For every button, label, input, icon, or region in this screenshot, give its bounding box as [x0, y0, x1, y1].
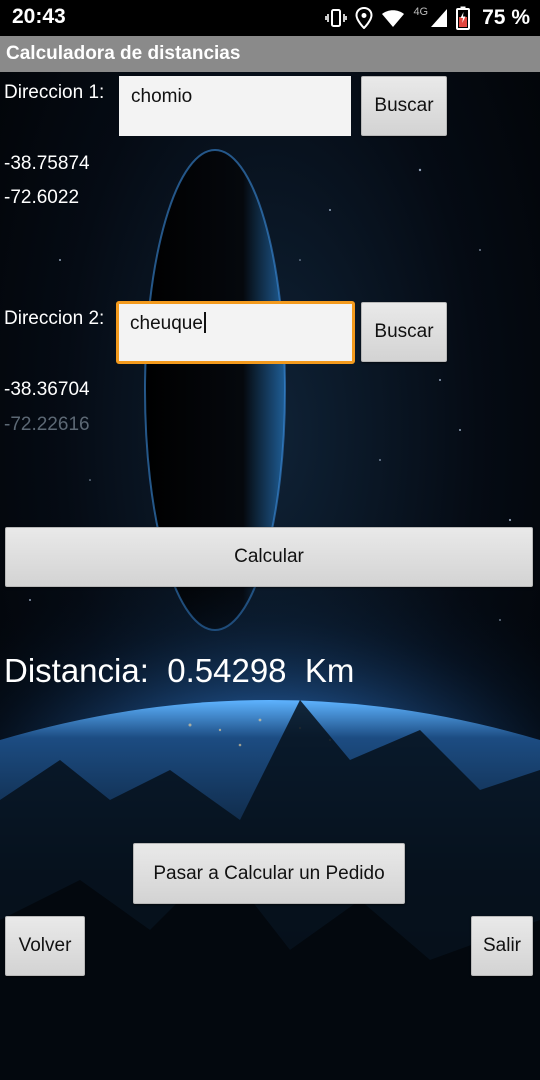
volver-button[interactable]: Volver [5, 916, 85, 976]
distance-unit: Km [304, 652, 355, 689]
direccion1-input-text: chomio [131, 86, 193, 107]
direccion1-input[interactable]: chomio [119, 76, 351, 136]
wifi-icon [382, 10, 405, 27]
vibrate-icon [325, 9, 348, 27]
app-title-bar: Calculadora de distancias [0, 36, 540, 72]
direccion2-input-text: cheuque [130, 313, 203, 334]
direccion2-input[interactable]: cheuque [116, 301, 355, 364]
network-type: 4G [413, 6, 429, 18]
distance-value: 0.54298 [167, 652, 287, 689]
direccion1-lon: -72.6022 [4, 187, 80, 208]
direccion2-lat: -38.36704 [4, 379, 90, 400]
direccion1-label: Direccion 1: [4, 82, 105, 103]
location-icon [355, 7, 373, 29]
status-time: 20:43 [12, 5, 66, 28]
distance-result: Distancia: 0.54298 Km [4, 652, 354, 690]
calcular-button[interactable]: Calcular [5, 527, 533, 587]
salir-button[interactable]: Salir [471, 916, 533, 976]
calcular-pedido-button[interactable]: Pasar a Calcular un Pedido [133, 843, 405, 904]
buscar1-button[interactable]: Buscar [361, 76, 447, 136]
battery-percent: 75 % [482, 6, 530, 29]
direccion2-label: Direccion 2: [4, 308, 105, 329]
status-bar: 20:43 4G 75 % [0, 0, 540, 36]
status-icons: 4G 75 % [325, 4, 530, 32]
app-title: Calculadora de distancias [6, 43, 241, 64]
direccion2-lon: -72.22616 [4, 414, 90, 435]
battery-icon [456, 6, 471, 30]
buscar2-button[interactable]: Buscar [361, 302, 447, 362]
direccion1-lat: -38.75874 [4, 153, 90, 174]
cell-signal-icon [431, 9, 448, 27]
distance-prefix: Distancia: [4, 652, 149, 689]
text-cursor [203, 312, 206, 333]
